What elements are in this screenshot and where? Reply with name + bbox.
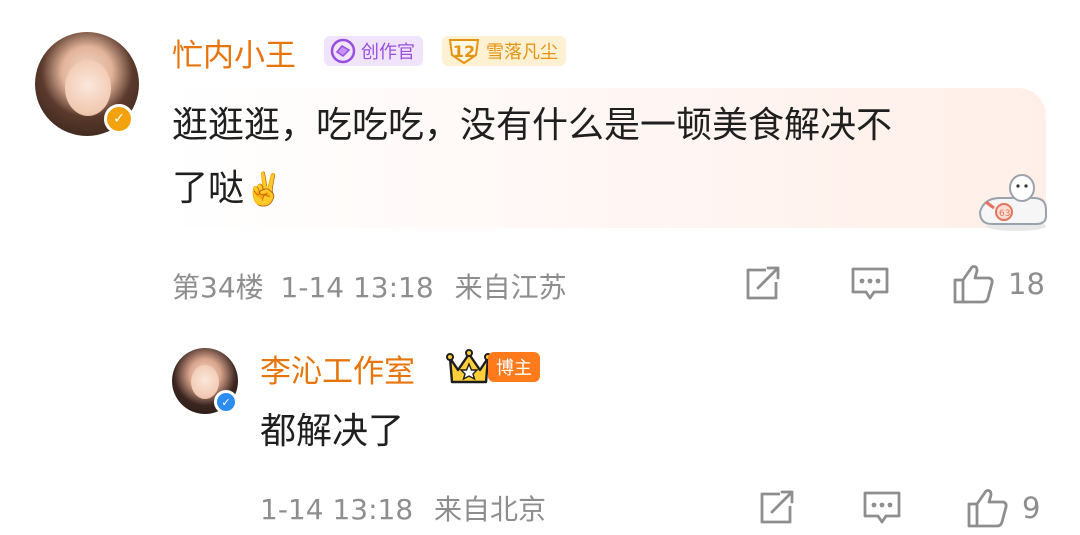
reply: ✓ 李沁工作室 博主 都解决了 1-14 13:18 来自北京 9 [0, 320, 1080, 535]
creator-icon [328, 38, 358, 64]
reply-like-button[interactable]: 9 [966, 486, 1056, 530]
comment-text-line2: 了哒 [172, 168, 245, 209]
share-button[interactable] [744, 266, 784, 302]
reply-meta: 1-14 13:18 来自北京 [260, 488, 546, 528]
reply-comment-button[interactable] [862, 490, 902, 526]
reply-timestamp: 1-14 13:18 [260, 493, 414, 526]
share-icon [760, 490, 794, 524]
level-badge[interactable]: 12 雪落凡尘 [442, 36, 566, 66]
like-button[interactable]: 18 [952, 262, 1052, 306]
replier-username[interactable]: 李沁工作室 [260, 346, 415, 391]
victory-hand-emoji: ✌️ [244, 170, 284, 208]
comment-text[interactable]: 逛逛逛，吃吃吃，没有什么是一顿美食解决不 了哒✌️ [172, 94, 1032, 221]
reply-location: 来自北京 [434, 493, 547, 526]
verified-badge-icon: ✓ [214, 390, 238, 414]
robot-sticker-icon: 63 [974, 168, 1054, 234]
comment-text-line1: 逛逛逛，吃吃吃，没有什么是一顿美食解决不 [172, 105, 893, 146]
creator-badge-label: 创作官 [361, 42, 415, 63]
comment-timestamp: 1-14 13:18 [280, 271, 434, 304]
level-number: 12 [452, 41, 476, 61]
level-name: 雪落凡尘 [486, 42, 558, 63]
comment-icon [863, 491, 901, 524]
creator-badge[interactable]: 创作官 [324, 36, 423, 66]
thumbs-up-icon [953, 265, 994, 304]
host-badge[interactable]: 博主 [446, 348, 540, 386]
comment-icon [851, 267, 889, 300]
reply-share-button[interactable] [758, 490, 798, 526]
comment: ✓ 忙内小王 创作官 12 雪落凡尘 逛逛逛，吃吃吃，没有什么是一顿美食解决不 … [0, 0, 1080, 320]
floor-number: 第34楼 [172, 271, 264, 304]
comment-location: 来自江苏 [454, 271, 567, 304]
reply-text[interactable]: 都解决了 [260, 400, 404, 463]
host-badge-label: 博主 [488, 352, 540, 382]
comment-meta: 第34楼 1-14 13:18 来自江苏 [172, 266, 567, 306]
commenter-username[interactable]: 忙内小王 [172, 30, 296, 75]
thumbs-up-icon [967, 489, 1008, 528]
share-icon [746, 266, 780, 300]
like-count: 18 [1008, 267, 1045, 301]
reply-like-count: 9 [1022, 491, 1041, 525]
svg-text:63: 63 [999, 209, 1010, 219]
comment-reply-button[interactable] [850, 266, 890, 302]
crown-icon [446, 348, 492, 386]
verified-badge-icon: ✓ [104, 104, 134, 134]
level-shield-icon: 12 [446, 37, 482, 65]
